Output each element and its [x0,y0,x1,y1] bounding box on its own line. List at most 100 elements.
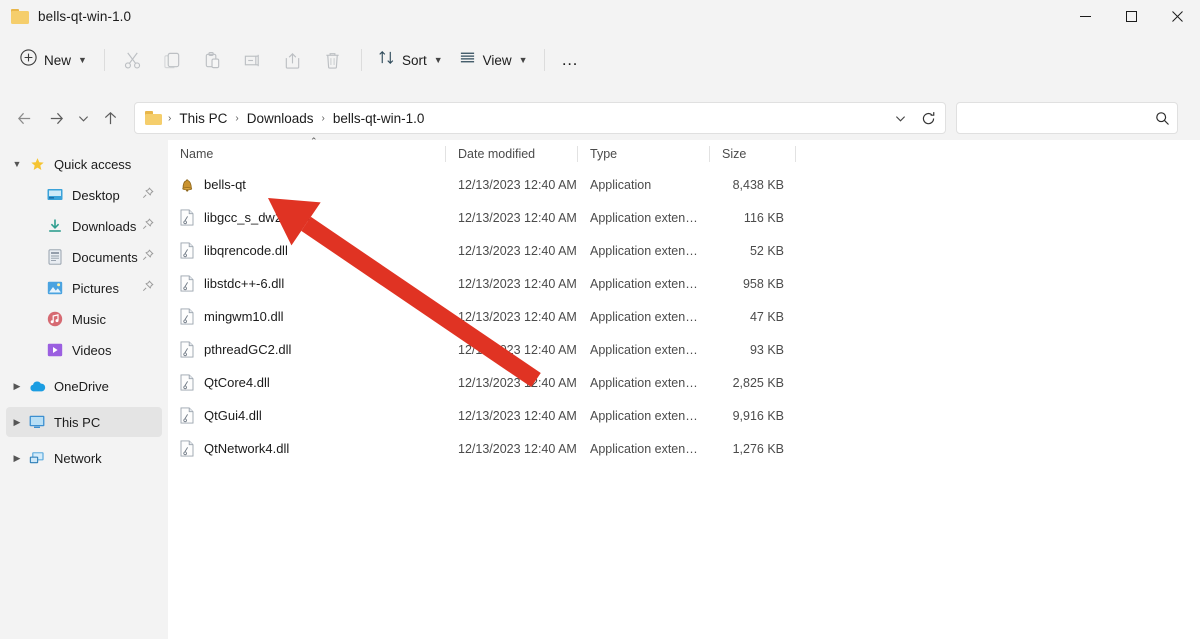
column-divider[interactable] [795,146,796,162]
chevron-right-icon[interactable]: ▶ [6,381,28,392]
table-row[interactable]: QtCore4.dll 12/13/2023 12:40 AM Applicat… [168,366,1200,399]
file-name: libstdc++-6.dll [204,276,284,291]
paste-button[interactable] [193,43,233,77]
window-title: bells-qt-win-1.0 [38,9,131,24]
file-name-cell[interactable]: QtCore4.dll [168,374,446,392]
file-size: 93 KB [710,343,796,357]
column-header-size[interactable]: Size [710,140,796,168]
network-icon [28,450,46,466]
file-name-cell[interactable]: QtGui4.dll [168,407,446,425]
monitor-icon [28,414,46,430]
dll-file-icon [179,374,195,392]
search-box[interactable] [956,102,1178,134]
file-name-cell[interactable]: libqrencode.dll [168,242,446,260]
sidebar-item-downloads[interactable]: Downloads [6,211,162,241]
table-row[interactable]: QtNetwork4.dll 12/13/2023 12:40 AM Appli… [168,432,1200,465]
title-bar: bells-qt-win-1.0 [0,0,1200,32]
file-name-cell[interactable]: mingwm10.dll [168,308,446,326]
file-date: 12/13/2023 12:40 AM [446,310,578,324]
close-button[interactable] [1154,0,1200,32]
sidebar-item-music[interactable]: Music [6,304,162,334]
chevron-down-icon[interactable] [887,104,913,132]
file-type: Application exten… [578,211,710,225]
sidebar-label: Documents [72,250,138,265]
cloud-icon [28,378,46,394]
star-icon [28,156,46,172]
column-header-label: Size [710,147,746,161]
address-bar[interactable]: › This PC › Downloads › bells-qt-win-1.0 [134,102,946,134]
pin-icon[interactable] [142,279,154,297]
refresh-icon[interactable] [913,104,943,132]
sidebar-item-pictures[interactable]: Pictures [6,273,162,303]
chevron-right-icon[interactable]: ▶ [6,453,28,464]
file-date: 12/13/2023 12:40 AM [446,409,578,423]
address-row: › This PC › Downloads › bells-qt-win-1.0 [0,96,1200,140]
file-name-cell[interactable]: bells-qt [168,176,446,194]
view-button[interactable]: View ▼ [451,44,536,76]
table-row[interactable]: bells-qt 12/13/2023 12:40 AM Application… [168,168,1200,201]
table-row[interactable]: pthreadGC2.dll 12/13/2023 12:40 AM Appli… [168,333,1200,366]
sidebar-item-desktop[interactable]: Desktop [6,180,162,210]
maximize-button[interactable] [1108,0,1154,32]
cut-button[interactable] [113,43,153,77]
see-more-button[interactable]: … [553,44,589,76]
toolbar-divider [104,49,105,71]
breadcrumb-downloads[interactable]: Downloads [241,108,320,129]
breadcrumb-this-pc[interactable]: This PC [173,108,233,129]
file-name-cell[interactable]: QtNetwork4.dll [168,440,446,458]
sort-button[interactable]: Sort ▼ [370,44,451,76]
sidebar-item-documents[interactable]: Documents [6,242,162,272]
recent-locations-button[interactable] [72,102,94,134]
copy-button[interactable] [153,43,193,77]
chevron-down-icon[interactable]: ▼ [6,159,28,169]
minimize-button[interactable] [1062,0,1108,32]
file-size: 958 KB [710,277,796,291]
document-icon [46,249,64,265]
file-size: 116 KB [710,211,796,225]
desktop-icon [46,187,64,203]
table-row[interactable]: libstdc++-6.dll 12/13/2023 12:40 AM Appl… [168,267,1200,300]
back-button[interactable] [8,102,40,134]
forward-button[interactable] [40,102,72,134]
file-name-cell[interactable]: pthreadGC2.dll [168,341,446,359]
sidebar-item-onedrive[interactable]: ▶ OneDrive [6,371,162,401]
table-row[interactable]: libqrencode.dll 12/13/2023 12:40 AM Appl… [168,234,1200,267]
column-header-date-modified[interactable]: Date modified [446,140,578,168]
chevron-down-icon: ▼ [434,56,443,65]
pin-icon[interactable] [142,248,154,266]
table-row[interactable]: libgcc_s_dw2-1.dll 12/13/2023 12:40 AM A… [168,201,1200,234]
sidebar-label: Quick access [54,157,131,172]
column-header-name[interactable]: Name [168,140,446,168]
search-icon [1147,111,1177,126]
delete-button[interactable] [313,43,353,77]
search-input[interactable] [957,111,1147,126]
table-row[interactable]: mingwm10.dll 12/13/2023 12:40 AM Applica… [168,300,1200,333]
download-icon [46,218,64,234]
dll-file-icon [179,242,195,260]
breadcrumb-current-folder[interactable]: bells-qt-win-1.0 [327,108,431,129]
up-button[interactable] [94,102,126,134]
sidebar-item-network[interactable]: ▶ Network [6,443,162,473]
pin-icon[interactable] [142,217,154,235]
file-name: QtGui4.dll [204,408,262,423]
sidebar-item-quick-access[interactable]: ▼ Quick access [6,149,162,179]
file-type: Application exten… [578,442,710,456]
chevron-right-icon[interactable]: ▶ [6,417,28,428]
file-type: Application exten… [578,244,710,258]
table-row[interactable]: QtGui4.dll 12/13/2023 12:40 AM Applicati… [168,399,1200,432]
sidebar-item-videos[interactable]: Videos [6,335,162,365]
pin-icon[interactable] [142,186,154,204]
share-button[interactable] [273,43,313,77]
file-name-cell[interactable]: libgcc_s_dw2-1.dll [168,209,446,227]
pictures-icon [46,280,64,296]
list-lines-icon [459,49,476,71]
sidebar-item-this-pc[interactable]: ▶ This PC [6,407,162,437]
rename-button[interactable] [233,43,273,77]
new-button-label: New [44,53,71,68]
file-name-cell[interactable]: libstdc++-6.dll [168,275,446,293]
file-date: 12/13/2023 12:40 AM [446,442,578,456]
sidebar-label: Videos [72,343,112,358]
new-button[interactable]: New ▼ [13,44,96,76]
folder-icon [11,9,29,24]
column-header-type[interactable]: Type [578,140,710,168]
